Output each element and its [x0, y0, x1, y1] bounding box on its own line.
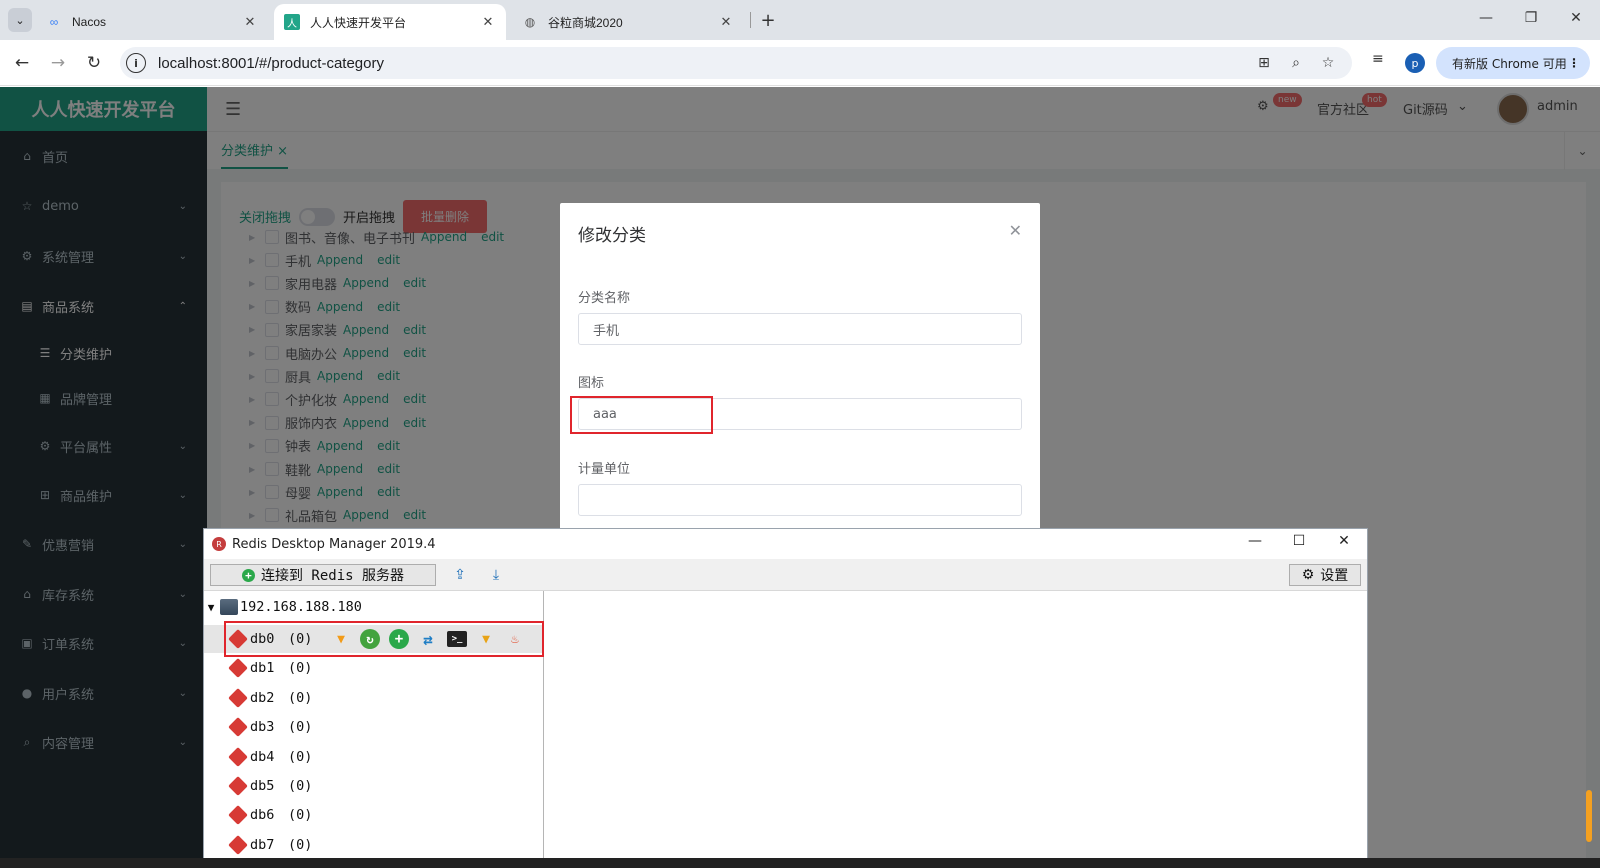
- connect-redis-button[interactable]: + 连接到 Redis 服务器: [210, 564, 436, 586]
- bookmark-star-icon[interactable]: ☆: [1318, 53, 1338, 73]
- taskbar: [0, 858, 1600, 868]
- server-node[interactable]: ▼ 192.168.188.180: [204, 595, 362, 619]
- tab-renren[interactable]: 人 人人快速开发平台 ✕: [274, 4, 506, 40]
- close-window-icon[interactable]: ✕: [1566, 10, 1586, 26]
- highlight-box: [224, 621, 544, 657]
- scrollbar-thumb[interactable]: [1586, 790, 1592, 842]
- profile-avatar[interactable]: p: [1405, 53, 1425, 73]
- address-bar[interactable]: i localhost:8001/#/product-category ⊞ ⌕ …: [120, 47, 1352, 79]
- db-name: db6: [250, 807, 275, 824]
- back-icon[interactable]: ←: [10, 51, 34, 75]
- db-name: db7: [250, 836, 275, 853]
- tab-title: Nacos: [72, 15, 107, 29]
- media-control-icon[interactable]: ≡: [1372, 51, 1384, 67]
- url-text[interactable]: localhost:8001/#/product-category: [158, 55, 384, 72]
- db-key-count: (0): [288, 748, 313, 765]
- close-window-icon[interactable]: ✕: [1329, 533, 1359, 549]
- rdm-toolbar: + 连接到 Redis 服务器 ⇪ ⤓ ⚙ 设置: [204, 559, 1367, 591]
- redis-db-icon: [228, 659, 248, 677]
- browser-tabstrip: ⌄ ∞ Nacos ✕ 人 人人快速开发平台 ✕ ◍ 谷粒商城2020 ✕ + …: [0, 0, 1600, 40]
- expand-triangle-icon[interactable]: ▼: [204, 601, 218, 614]
- redis-db-icon: [228, 836, 248, 854]
- renren-logo-icon: 人: [284, 14, 300, 30]
- db-node[interactable]: db5 (0): [204, 772, 544, 800]
- redis-db-icon: [228, 806, 248, 824]
- translate-icon[interactable]: ⊞: [1254, 53, 1274, 73]
- db-node[interactable]: db4 (0): [204, 743, 544, 771]
- site-info-icon[interactable]: i: [126, 53, 146, 73]
- db-key-count: (0): [288, 778, 313, 794]
- tab-nacos[interactable]: ∞ Nacos ✕: [36, 4, 268, 40]
- gear-icon: ⚙: [1301, 567, 1315, 583]
- more-menu-icon[interactable]: ⋮: [1568, 56, 1580, 70]
- minimize-icon[interactable]: —: [1240, 533, 1270, 549]
- export-icon[interactable]: ⤓: [484, 564, 508, 586]
- update-label: 有新版 Chrome 可用: [1452, 56, 1567, 71]
- field-label-name: 分类名称: [578, 291, 631, 306]
- db-key-count: (0): [288, 660, 313, 677]
- close-icon[interactable]: ✕: [242, 14, 258, 30]
- server-address: 192.168.188.180: [240, 599, 362, 615]
- db-key-count: (0): [288, 807, 313, 824]
- forward-icon[interactable]: →: [46, 51, 70, 75]
- redis-db-icon: [228, 718, 248, 736]
- rdm-titlebar: R Redis Desktop Manager 2019.4 — ☐ ✕: [204, 529, 1367, 559]
- db-key-count: (0): [288, 689, 313, 706]
- db-name: db4: [250, 748, 275, 765]
- rdm-logo-icon: R: [212, 537, 226, 551]
- settings-label: 设置: [1320, 568, 1349, 584]
- db-name: db3: [250, 719, 275, 736]
- category-name-input[interactable]: 手机: [578, 313, 1022, 345]
- db-node[interactable]: db6 (0): [204, 801, 544, 829]
- maximize-icon[interactable]: ☐: [1284, 533, 1314, 549]
- chrome-update-button[interactable]: 有新版 Chrome 可用 ⋮: [1436, 47, 1590, 79]
- field-label-icon: 图标: [578, 376, 605, 391]
- db-node[interactable]: db3 (0): [204, 713, 544, 741]
- db-key-count: (0): [288, 719, 313, 736]
- dialog-title: 修改分类: [578, 226, 646, 246]
- redis-db-icon: [228, 777, 248, 795]
- screen: ⌄ ∞ Nacos ✕ 人 人人快速开发平台 ✕ ◍ 谷粒商城2020 ✕ + …: [0, 0, 1600, 868]
- new-tab-button[interactable]: +: [756, 8, 780, 32]
- db-node[interactable]: db2 (0): [204, 684, 544, 712]
- connect-label: 连接到 Redis 服务器: [260, 568, 404, 584]
- import-icon[interactable]: ⇪: [448, 564, 472, 586]
- reload-icon[interactable]: ↻: [82, 51, 106, 75]
- db-name: db1: [250, 660, 275, 677]
- rdm-main-area: [545, 591, 1367, 868]
- rdm-title: Redis Desktop Manager 2019.4: [232, 536, 436, 552]
- restore-icon[interactable]: ❐: [1521, 10, 1541, 26]
- close-icon[interactable]: ✕: [718, 14, 734, 30]
- edit-category-dialog: 修改分类 ✕ 分类名称 手机 图标 aaa 计量单位: [560, 203, 1040, 533]
- highlight-box: [570, 396, 713, 434]
- db-node[interactable]: db1 (0): [204, 654, 544, 682]
- tab-search-chevron-icon[interactable]: ⌄: [8, 8, 32, 32]
- db-node[interactable]: db7 (0): [204, 831, 544, 859]
- unit-input[interactable]: [578, 484, 1022, 516]
- zoom-icon[interactable]: ⌕: [1286, 53, 1306, 73]
- tab-divider: [750, 12, 751, 28]
- minimize-icon[interactable]: —: [1476, 10, 1496, 26]
- tab-title: 谷粒商城2020: [548, 15, 623, 30]
- db-name: db5: [250, 778, 275, 794]
- globe-icon: ◍: [524, 15, 536, 29]
- nacos-infinity-icon: ∞: [49, 15, 59, 29]
- close-icon[interactable]: ✕: [480, 14, 496, 30]
- plus-icon: +: [241, 568, 255, 582]
- redis-desktop-manager-window: R Redis Desktop Manager 2019.4 — ☐ ✕ + 连…: [203, 528, 1368, 868]
- close-icon[interactable]: ✕: [1009, 221, 1022, 240]
- db-key-count: (0): [288, 836, 313, 853]
- redis-db-icon: [228, 748, 248, 766]
- tab-title: 人人快速开发平台: [310, 15, 407, 30]
- connection-tree: ▼ 192.168.188.180 db0 (0) ▼ ↻ + ⇄ >_ ▼ ♨ db1 (0) db…: [204, 591, 544, 868]
- db-name: db2: [250, 689, 275, 706]
- browser-toolbar: ← → ↻ i localhost:8001/#/product-categor…: [0, 40, 1600, 86]
- tab-gulimall[interactable]: ◍ 谷粒商城2020 ✕: [512, 4, 744, 40]
- redis-db-icon: [228, 689, 248, 707]
- settings-button[interactable]: ⚙ 设置: [1289, 564, 1361, 586]
- server-icon: [220, 599, 238, 615]
- field-label-unit: 计量单位: [578, 462, 631, 477]
